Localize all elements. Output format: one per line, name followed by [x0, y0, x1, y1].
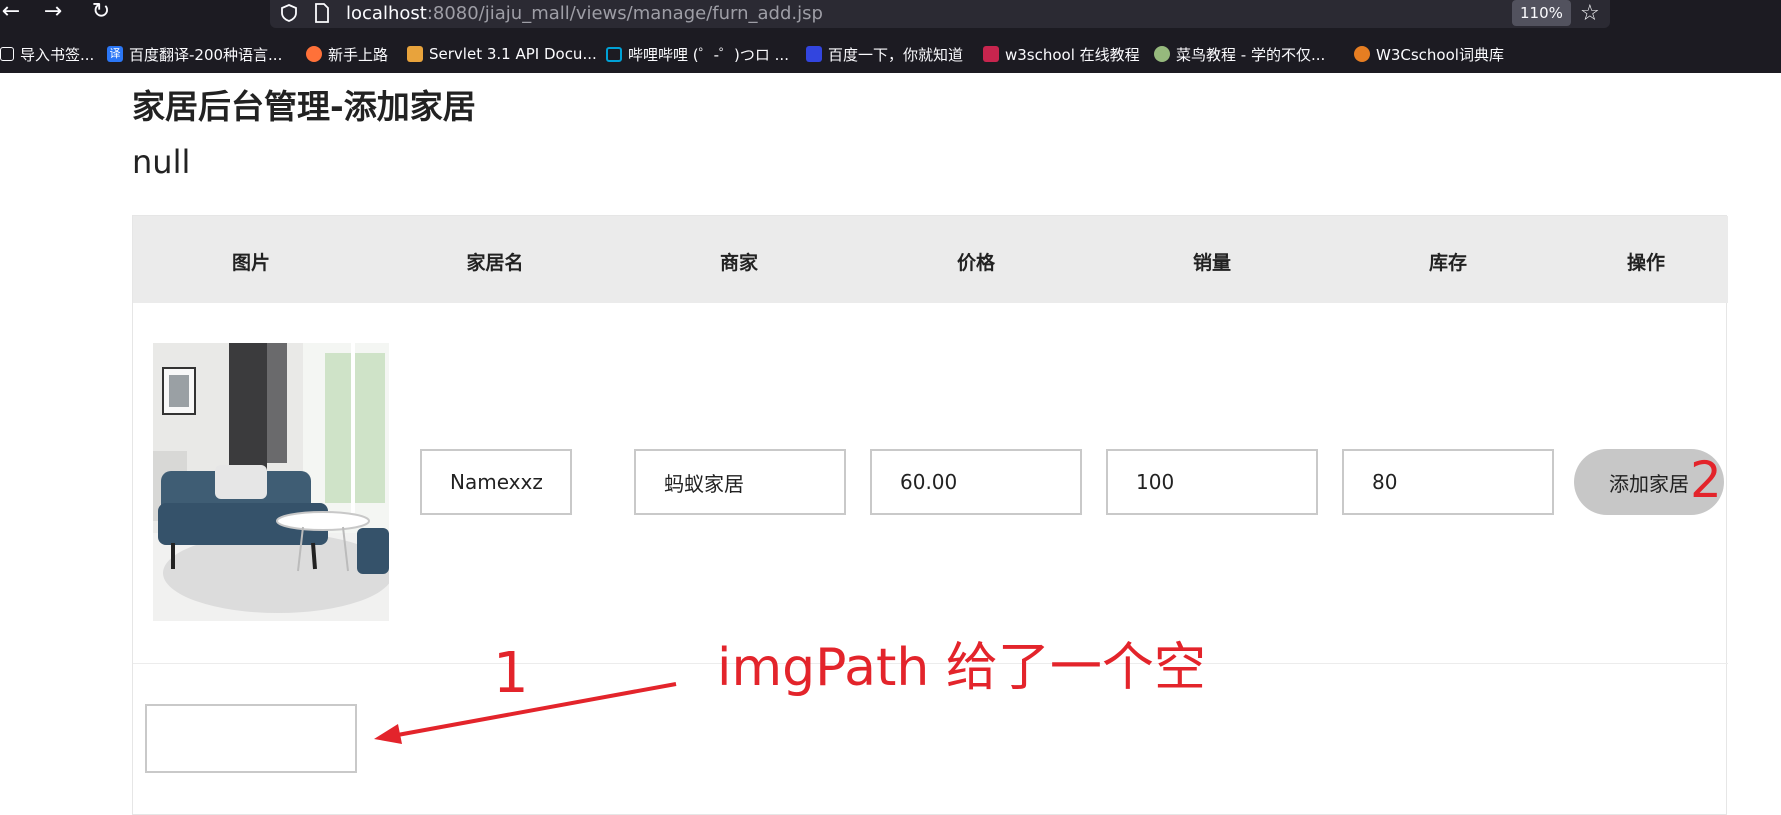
annotation-arrow — [374, 682, 677, 744]
